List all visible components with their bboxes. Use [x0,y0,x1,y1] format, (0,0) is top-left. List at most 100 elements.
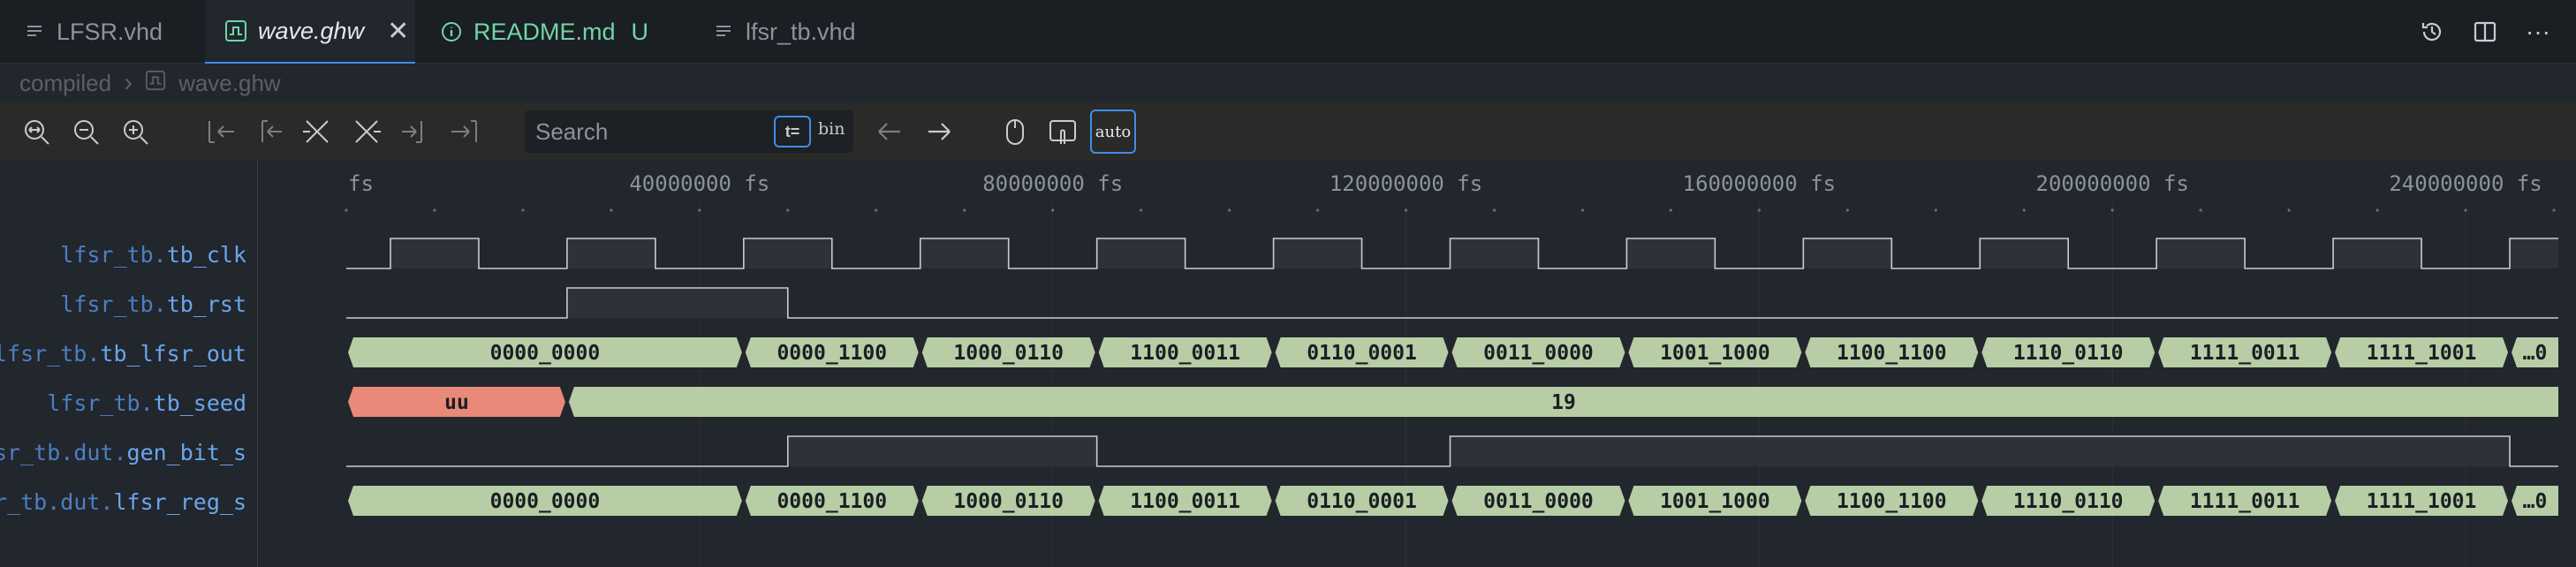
more-actions-icon[interactable]: ··· [2525,18,2551,45]
waveform-file-icon [145,70,166,97]
time-ruler-dot [521,208,525,212]
bus-value-label: uu [444,391,469,414]
history-icon[interactable] [2419,19,2445,45]
time-ruler-dot [1492,208,1496,212]
bus-value-label: 1110_0110 [2013,342,2124,365]
time-ruler-tick-label: 80000000 fs [982,171,1123,196]
bus-value-label: 1111_1001 [2367,490,2477,513]
lines-icon [23,20,46,43]
time-ruler-dot [345,208,348,212]
bus-value-label: 1111_0011 [2190,490,2300,513]
breadcrumb: compiled › wave.ghw [0,64,2576,102]
breadcrumb-file[interactable]: wave.ghw [178,70,281,97]
time-ruler-dot [610,208,613,212]
time-ruler-tick-label: 120000000 fs [1330,171,1482,196]
time-ruler-dot [963,208,966,212]
signal-high-region [390,238,479,268]
arrow-right-icon[interactable] [921,113,958,150]
close-icon[interactable]: ✕ [387,16,409,47]
bus-value-label: 1100_0011 [1130,342,1240,365]
time-ruler-dot [786,208,790,212]
tab-lfsr-tb-vhd[interactable]: lfsr_tb.vhd [689,0,910,64]
mouse-icon[interactable] [996,113,1034,150]
signal-high-region [566,238,655,268]
chevron-right-icon: › [124,68,133,97]
signal-high-region [1273,238,1362,268]
signal-high-region [1450,238,1539,268]
time-ruler-dot [1140,208,1143,212]
zoom-fit-icon[interactable] [18,113,55,150]
editor-actions: ··· [2419,0,2551,64]
time-ruler-dot [1315,208,1320,212]
tab-label: README.md [474,18,616,45]
search-time-toggle[interactable]: t= [774,116,811,147]
editor-tab-bar: LFSR.vhd wave.ghw ✕ README.md U lfsr_tb.… [0,0,2576,64]
signal-high-region [920,238,1009,268]
signal-high-region [1096,238,1186,268]
previous-transition-icon[interactable] [299,113,336,150]
waveform-canvas[interactable]: fs 40000000 fs 80000000 fs 120000000 fs 1600… [0,161,2576,567]
search-input[interactable] [535,114,756,149]
zoom-out-icon[interactable] [67,113,104,150]
next-transition-icon[interactable] [348,113,385,150]
time-ruler-dot [2110,208,2114,212]
time-ruler-dot [2464,208,2467,212]
time-ruler-dot [1845,208,1849,212]
time-ruler-tick-label: 40000000 fs [629,171,769,196]
signal-high-region [743,238,832,268]
bus-value-label: 0011_0000 [1483,342,1594,365]
tab-label: LFSR.vhd [57,18,163,45]
time-ruler-tick-label: 240000000 fs [2389,171,2542,196]
bus-value-label: 0000_0000 [490,342,601,365]
bus-value-label: 1000_0110 [953,490,1064,513]
time-ruler-dot [1228,208,1231,212]
tab-label: wave.ghw [258,17,365,44]
time-ruler-dot [698,208,701,212]
time-ruler-dot [2552,208,2556,212]
tab-wave-ghw[interactable]: wave.ghw ✕ [205,0,415,64]
time-ruler-dot [1669,208,1673,212]
time-ruler-dot [875,208,878,212]
signal-high-region [2510,238,2558,268]
search-field: t= bin [525,110,853,153]
tab-readme-md[interactable]: README.md U [417,0,682,64]
signal-high-region [1626,238,1716,268]
tab-lfsr-vhd[interactable]: LFSR.vhd [0,0,203,64]
signal-high-region [566,288,788,318]
split-editor-icon[interactable] [2472,19,2498,45]
bus-value-label: 1001_1000 [1660,342,1770,365]
touchpad-icon[interactable] [1044,113,1081,150]
bus-value-label: 0011_0000 [1483,490,1594,513]
waveform-file-icon [224,19,247,42]
previous-edge-icon[interactable] [249,113,286,150]
time-ruler-tick-label: 200000000 fs [2036,171,2189,196]
bus-value-label: 0000_0000 [490,490,601,513]
arrow-left-icon[interactable] [871,113,908,150]
time-ruler-dot [2375,208,2379,212]
tab-label: lfsr_tb.vhd [746,18,856,45]
bus-value-label: 1110_0110 [2013,490,2124,513]
go-to-start-icon[interactable] [201,113,239,150]
time-ruler-dot [2199,208,2202,212]
bus-value-label: …0 [2523,342,2548,365]
go-to-end-icon[interactable] [447,113,484,150]
bus-value-label: 1000_0110 [953,342,1064,365]
time-ruler-dot [1051,208,1055,212]
waveform-toolbar: t= bin auto [0,102,2576,161]
radix-toggle[interactable]: bin [818,119,845,139]
breadcrumb-root[interactable]: compiled [19,70,111,97]
time-ruler-dot [1757,208,1761,212]
signal-high-region [787,436,1097,466]
time-ruler-dot [433,208,436,212]
bus-value-label: 0000_1100 [777,490,887,513]
lines-icon [712,20,735,43]
bus-value-label: 1100_1100 [1837,490,1947,513]
bus-value-label: 1100_1100 [1837,342,1947,365]
signal-high-region [1450,436,2511,466]
zoom-in-icon[interactable] [117,113,154,150]
auto-scroll-toggle[interactable]: auto [1090,110,1136,154]
next-edge-icon[interactable] [398,113,435,150]
time-ruler-tick-label: 160000000 fs [1683,171,1836,196]
info-icon [440,20,463,43]
signal-high-region [2333,238,2422,268]
